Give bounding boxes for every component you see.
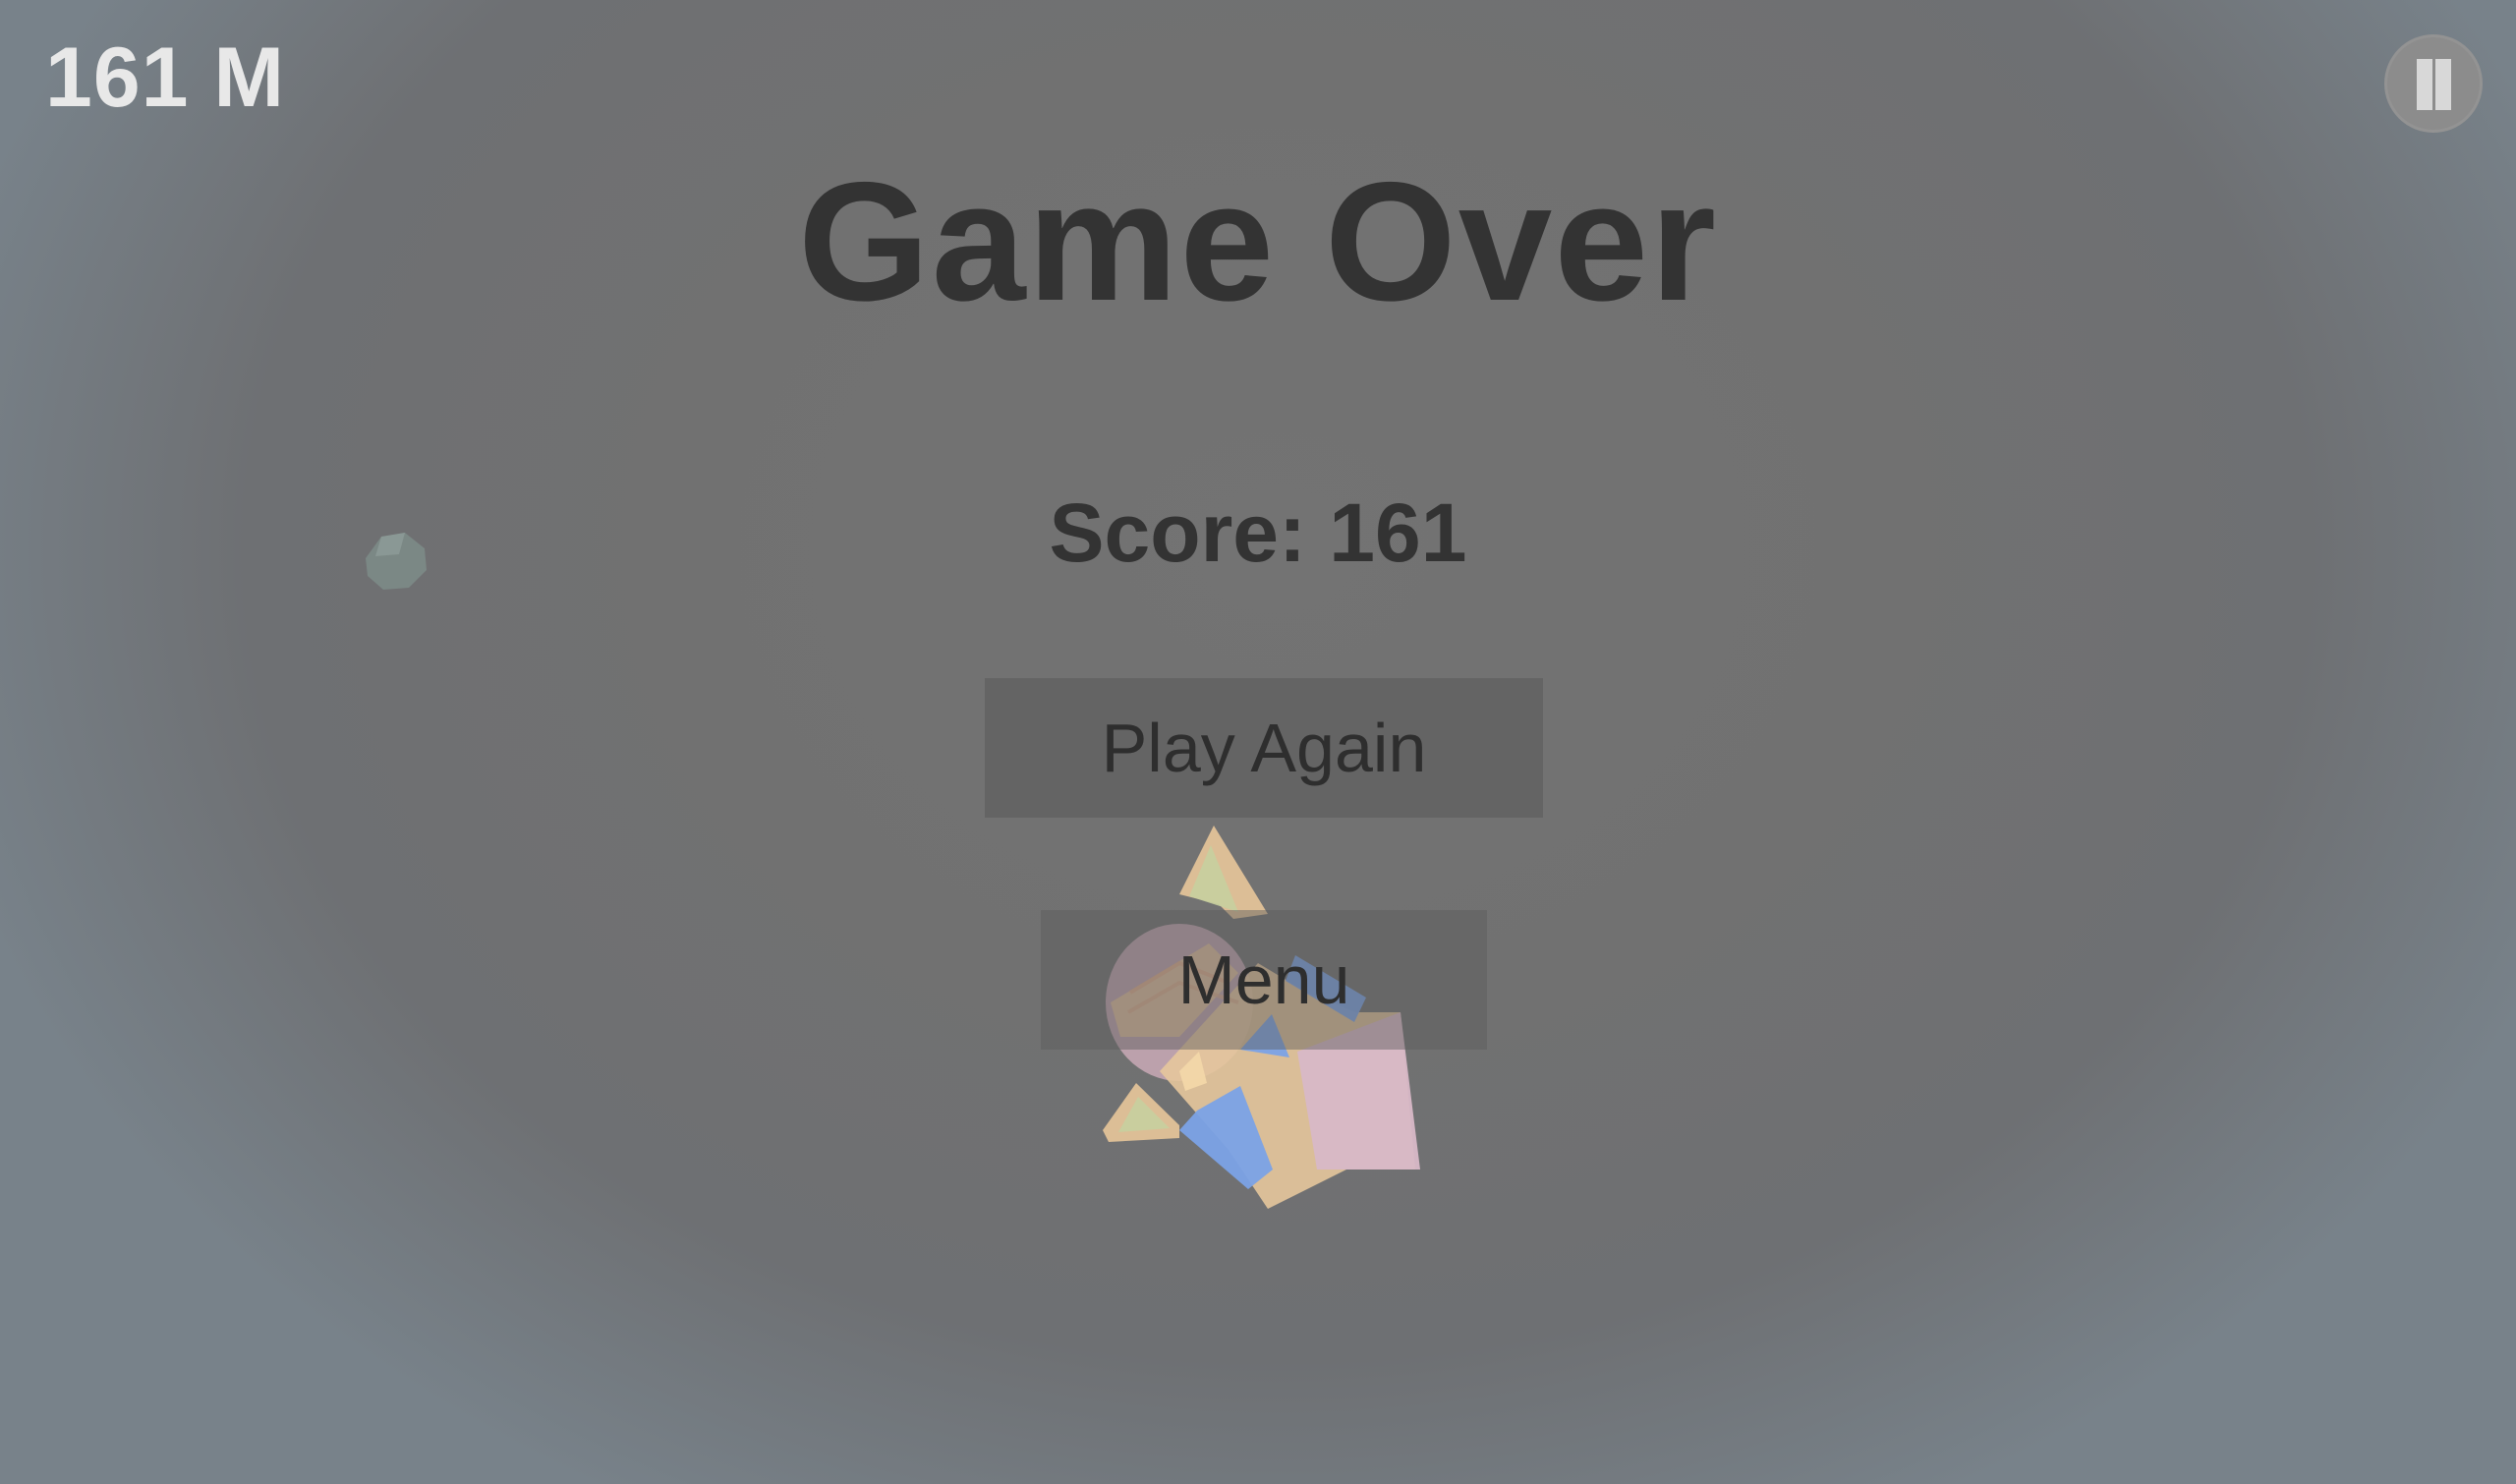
menu-button-label: Menu (1177, 942, 1350, 1018)
asteroid-obstacle (366, 533, 427, 590)
pause-icon (2417, 59, 2432, 110)
game-over-title: Game Over (798, 147, 1718, 336)
menu-button[interactable]: Menu (1041, 910, 1487, 1050)
play-again-button[interactable]: Play Again (985, 678, 1543, 818)
pause-button[interactable] (2384, 34, 2483, 133)
distance-counter: 161 M (45, 30, 286, 125)
game-scene: 161 M Game Over Score: 161 Play Again Me… (0, 0, 2516, 1484)
